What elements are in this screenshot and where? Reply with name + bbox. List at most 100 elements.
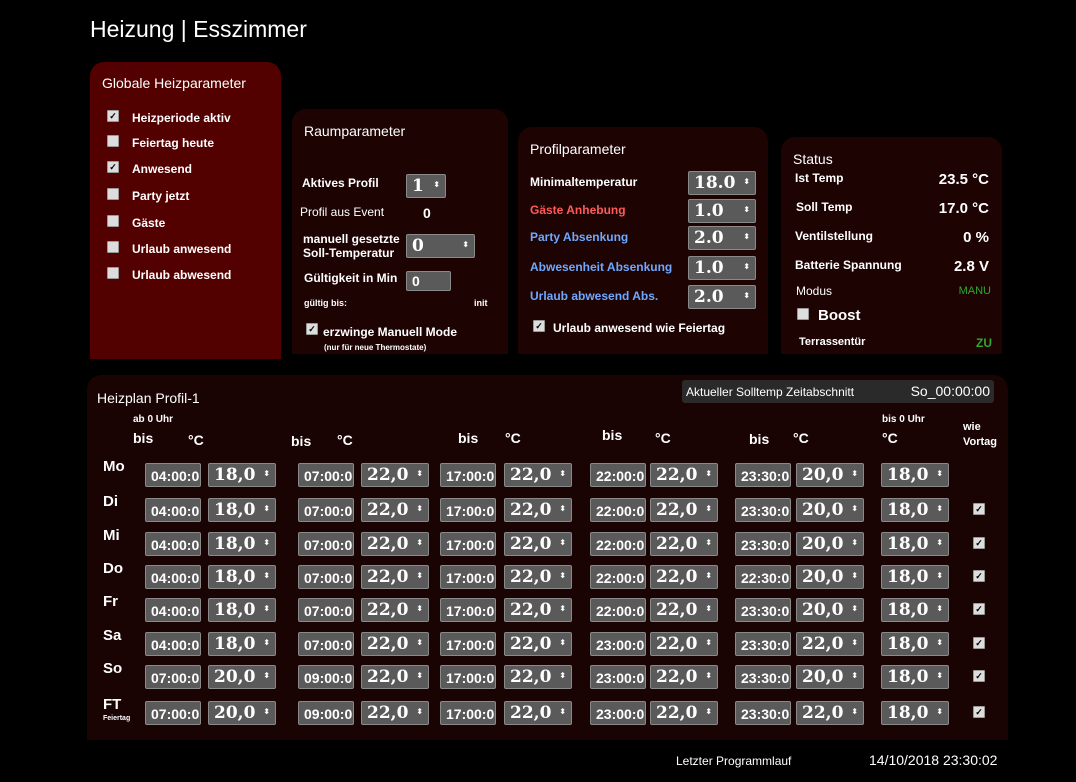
temp-select[interactable]: 18,0 ⬍ [208, 463, 276, 487]
temp-select[interactable]: 22,0 ⬍ [361, 632, 429, 656]
time-input[interactable]: 17:00:0 [440, 598, 496, 622]
temp-select[interactable]: 22,0 ⬍ [361, 665, 429, 689]
temp-select[interactable]: 18,0 ⬍ [881, 632, 949, 656]
holiday-checkbox[interactable]: ✓ [533, 320, 545, 332]
time-input[interactable]: 07:00:0 [145, 665, 201, 689]
time-input[interactable]: 07:00:0 [298, 532, 354, 556]
temp-select[interactable]: 18,0 ⬍ [208, 498, 276, 522]
time-input[interactable]: 22:00:0 [590, 598, 646, 622]
temp-select[interactable]: 22,0 ⬍ [650, 665, 718, 689]
active-profile-select[interactable]: 1 ⬍ [406, 174, 446, 198]
global-checkbox[interactable] [107, 215, 119, 227]
temp-select[interactable]: 20,0 ⬍ [796, 665, 864, 689]
temp-select[interactable]: 22,0 ⬍ [650, 463, 718, 487]
time-input[interactable]: 07:00:0 [298, 498, 354, 522]
boost-checkbox[interactable] [797, 308, 809, 320]
time-input[interactable]: 04:00:0 [145, 565, 201, 589]
temp-select[interactable]: 18,0 ⬍ [881, 463, 949, 487]
time-input[interactable]: 23:30:0 [735, 665, 791, 689]
temp-select[interactable]: 22,0 ⬍ [650, 632, 718, 656]
temp-select[interactable]: 22,0 ⬍ [361, 463, 429, 487]
global-checkbox[interactable] [107, 135, 119, 147]
temp-select[interactable]: 22,0 ⬍ [796, 632, 864, 656]
temp-select[interactable]: 20,0 ⬍ [796, 498, 864, 522]
time-input[interactable]: 07:00:0 [298, 632, 354, 656]
temp-select[interactable]: 22,0 ⬍ [650, 532, 718, 556]
temp-select[interactable]: 22,0 ⬍ [361, 598, 429, 622]
profile-param-select[interactable]: 2.0 ⬍ [688, 285, 756, 309]
time-input[interactable]: 17:00:0 [440, 463, 496, 487]
time-input[interactable]: 22:00:0 [590, 463, 646, 487]
temp-select[interactable]: 22,0 ⬍ [361, 498, 429, 522]
time-input[interactable]: 23:30:0 [735, 498, 791, 522]
time-input[interactable]: 23:30:0 [735, 598, 791, 622]
time-input[interactable]: 09:00:0 [298, 665, 354, 689]
time-input[interactable]: 22:30:0 [735, 565, 791, 589]
temp-select[interactable]: 22,0 ⬍ [361, 565, 429, 589]
temp-select[interactable]: 22,0 ⬍ [650, 701, 718, 725]
temp-select[interactable]: 22,0 ⬍ [361, 701, 429, 725]
time-input[interactable]: 04:00:0 [145, 632, 201, 656]
global-checkbox[interactable] [107, 188, 119, 200]
temp-select[interactable]: 18,0 ⬍ [881, 598, 949, 622]
temp-select[interactable]: 20,0 ⬍ [208, 701, 276, 725]
temp-select[interactable]: 22,0 ⬍ [504, 598, 572, 622]
temp-select[interactable]: 20,0 ⬍ [796, 598, 864, 622]
same-as-previous-checkbox[interactable]: ✓ [973, 603, 985, 615]
temp-select[interactable]: 22,0 ⬍ [504, 665, 572, 689]
temp-select[interactable]: 22,0 ⬍ [361, 532, 429, 556]
temp-select[interactable]: 20,0 ⬍ [796, 463, 864, 487]
same-as-previous-checkbox[interactable]: ✓ [973, 503, 985, 515]
time-input[interactable]: 07:00:0 [298, 565, 354, 589]
temp-select[interactable]: 18,0 ⬍ [208, 598, 276, 622]
global-checkbox[interactable] [107, 267, 119, 279]
profile-param-select[interactable]: 2.0 ⬍ [688, 226, 756, 250]
validity-input[interactable]: 0 [406, 271, 451, 291]
same-as-previous-checkbox[interactable]: ✓ [973, 637, 985, 649]
time-input[interactable]: 23:30:0 [735, 632, 791, 656]
same-as-previous-checkbox[interactable]: ✓ [973, 537, 985, 549]
temp-select[interactable]: 22,0 ⬍ [650, 498, 718, 522]
time-input[interactable]: 04:00:0 [145, 532, 201, 556]
time-input[interactable]: 17:00:0 [440, 532, 496, 556]
temp-select[interactable]: 20,0 ⬍ [796, 565, 864, 589]
temp-select[interactable]: 18,0 ⬍ [881, 498, 949, 522]
temp-select[interactable]: 18,0 ⬍ [881, 701, 949, 725]
temp-select[interactable]: 22,0 ⬍ [504, 532, 572, 556]
global-checkbox[interactable]: ✓ [107, 110, 119, 122]
profile-param-select[interactable]: 1.0 ⬍ [688, 256, 756, 280]
time-input[interactable]: 22:00:0 [590, 565, 646, 589]
temp-select[interactable]: 18,0 ⬍ [881, 665, 949, 689]
temp-select[interactable]: 22,0 ⬍ [504, 498, 572, 522]
time-input[interactable]: 23:00:0 [590, 701, 646, 725]
time-input[interactable]: 17:00:0 [440, 565, 496, 589]
time-input[interactable]: 22:00:0 [590, 498, 646, 522]
time-input[interactable]: 17:00:0 [440, 632, 496, 656]
temp-select[interactable]: 22,0 ⬍ [650, 565, 718, 589]
same-as-previous-checkbox[interactable]: ✓ [973, 670, 985, 682]
time-input[interactable]: 17:00:0 [440, 701, 496, 725]
temp-select[interactable]: 22,0 ⬍ [504, 701, 572, 725]
temp-select[interactable]: 18,0 ⬍ [881, 565, 949, 589]
time-input[interactable]: 17:00:0 [440, 665, 496, 689]
time-input[interactable]: 17:00:0 [440, 498, 496, 522]
temp-select[interactable]: 18,0 ⬍ [881, 532, 949, 556]
time-input[interactable]: 07:00:0 [298, 463, 354, 487]
time-input[interactable]: 23:30:0 [735, 701, 791, 725]
time-input[interactable]: 07:00:0 [298, 598, 354, 622]
time-input[interactable]: 22:00:0 [590, 532, 646, 556]
temp-select[interactable]: 22,0 ⬍ [504, 463, 572, 487]
profile-param-select[interactable]: 18.0 ⬍ [688, 171, 756, 195]
temp-select[interactable]: 18,0 ⬍ [208, 632, 276, 656]
force-manual-checkbox[interactable]: ✓ [306, 323, 318, 335]
global-checkbox[interactable] [107, 241, 119, 253]
time-input[interactable]: 04:00:0 [145, 598, 201, 622]
time-input[interactable]: 07:00:0 [145, 701, 201, 725]
time-input[interactable]: 23:00:0 [590, 665, 646, 689]
temp-select[interactable]: 22,0 ⬍ [650, 598, 718, 622]
same-as-previous-checkbox[interactable]: ✓ [973, 570, 985, 582]
time-input[interactable]: 23:30:0 [735, 532, 791, 556]
manual-temp-select[interactable]: 0 ⬍ [406, 234, 475, 258]
time-input[interactable]: 04:00:0 [145, 463, 201, 487]
global-checkbox[interactable]: ✓ [107, 161, 119, 173]
